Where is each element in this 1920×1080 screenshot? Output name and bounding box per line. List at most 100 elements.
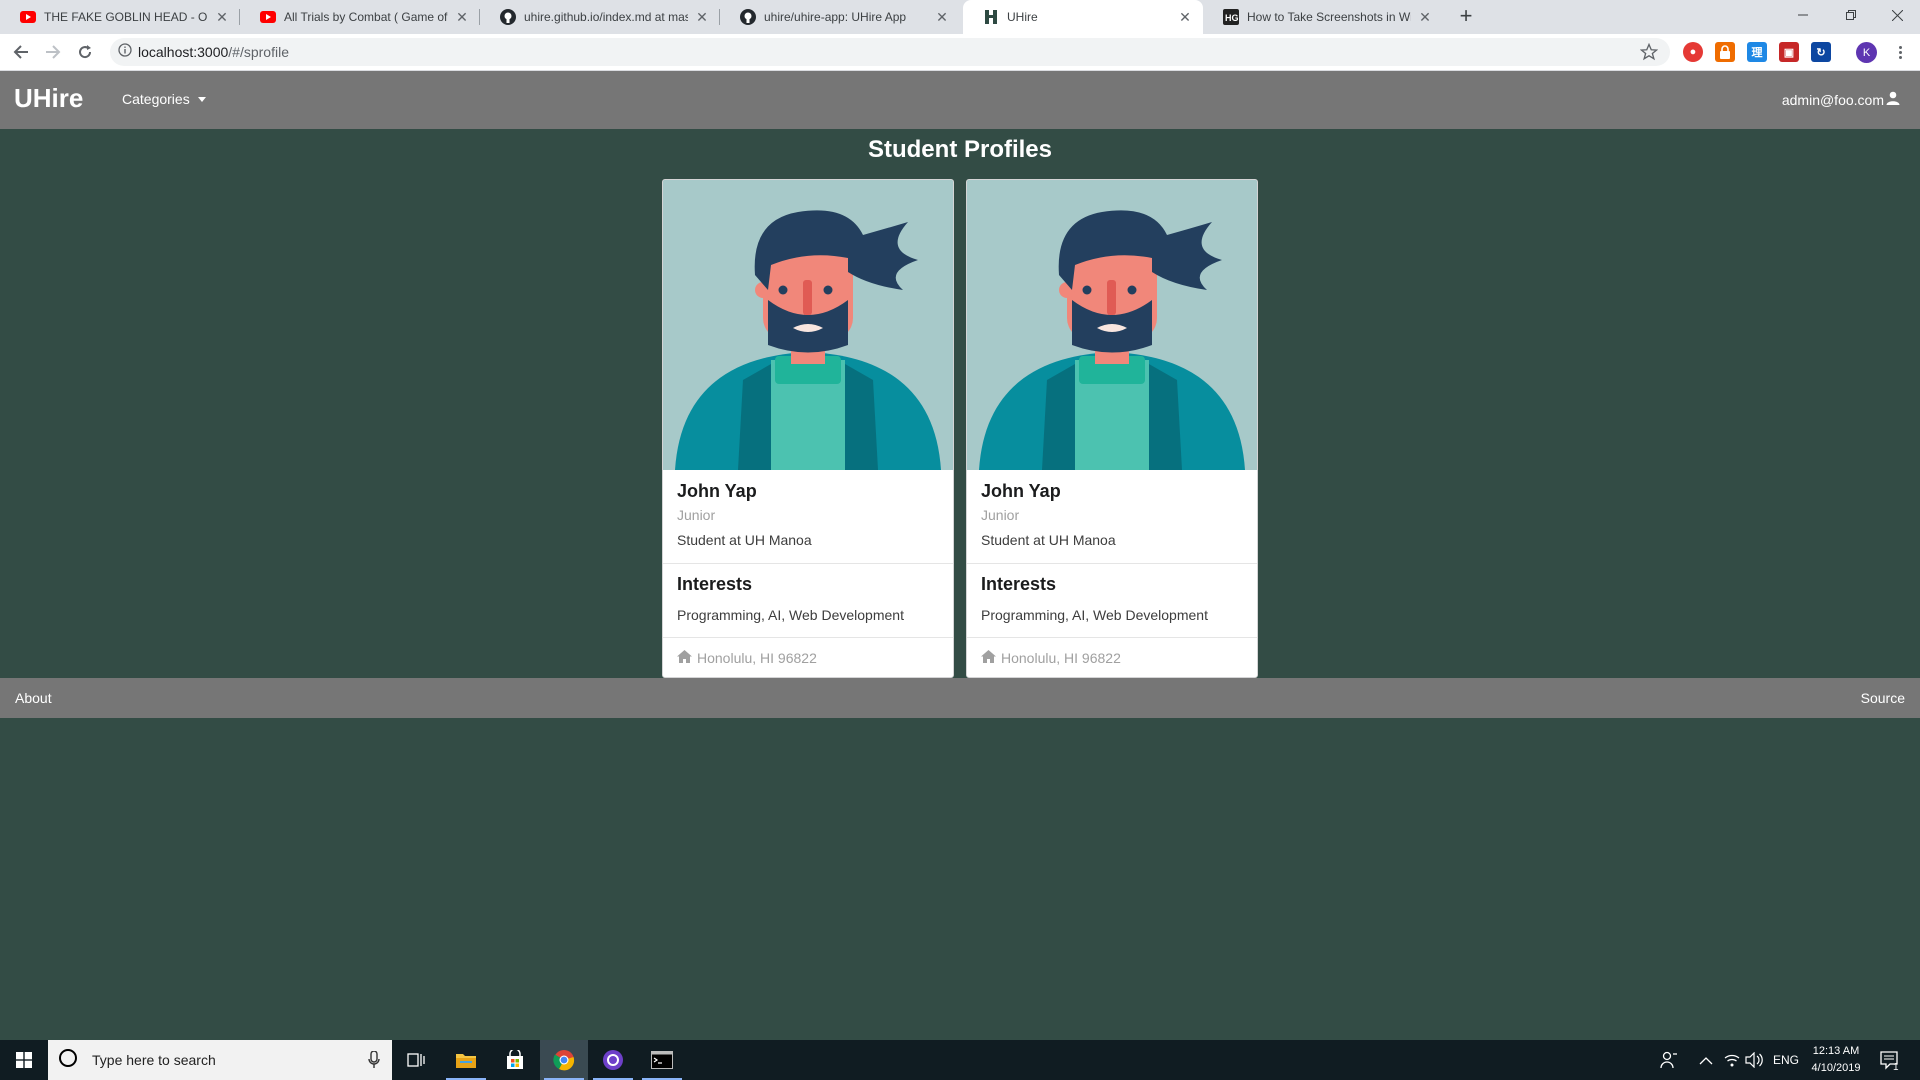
profile-card[interactable]: John Yap Junior Student at UH Manoa Inte… [662, 179, 954, 678]
profile-year: Junior [677, 507, 716, 523]
tab-title: UHire [1007, 10, 1038, 24]
url-host: localhost:3000 [138, 44, 229, 60]
youtube-icon [260, 9, 276, 25]
info-icon[interactable] [118, 42, 132, 62]
interests-heading: Interests [981, 574, 1057, 594]
categories-dropdown[interactable]: Categories [122, 91, 206, 107]
restore-icon[interactable] [1828, 0, 1874, 30]
tab-title: uhire/uhire-app: UHire App [764, 10, 907, 24]
close-tab-icon[interactable]: ✕ [1417, 9, 1433, 25]
page-title: Student Profiles [867, 136, 1053, 163]
browser-menu-icon[interactable] [1890, 42, 1910, 62]
interests-list: Programming, AI, Web Development [677, 607, 904, 623]
profile-name: John Yap [981, 481, 1061, 501]
close-tab-icon[interactable]: ✕ [694, 9, 710, 25]
url-text: localhost:3000/#/sprofile [138, 44, 289, 60]
chevron-up-icon[interactable] [1699, 1053, 1713, 1071]
app-footer: About Source [0, 678, 1920, 718]
profile-location: Honolulu, HI 96822 [677, 650, 817, 666]
user-email: admin@foo.com [1781, 91, 1884, 108]
user-icon [1886, 91, 1900, 108]
taskbar-search-input[interactable]: Type here to search [48, 1040, 392, 1080]
profile-year: Junior [981, 507, 1020, 523]
svg-text:HG: HG [1225, 13, 1239, 23]
close-tab-icon[interactable]: ✕ [934, 9, 950, 25]
browser-tab[interactable]: uhire.github.io/index.md at master ✕ [480, 0, 720, 34]
card-divider [663, 637, 953, 638]
close-window-icon[interactable] [1874, 0, 1920, 30]
screenshot-extension-icon[interactable]: ▣ [1779, 42, 1799, 62]
home-icon [981, 650, 996, 666]
command-prompt-icon[interactable] [638, 1040, 686, 1080]
people-icon[interactable] [1660, 1051, 1678, 1074]
tab-title: uhire.github.io/index.md at master [524, 10, 688, 24]
address-bar[interactable]: localhost:3000/#/sprofile [110, 38, 1670, 66]
location-text: Honolulu, HI 96822 [1001, 650, 1121, 666]
browser-tab-active[interactable]: UHire ✕ [963, 0, 1203, 34]
profile-location: Honolulu, HI 96822 [981, 650, 1121, 666]
back-arrow-icon[interactable] [9, 40, 33, 64]
user-menu[interactable]: admin@foo.com [1782, 91, 1900, 108]
card-divider [967, 563, 1257, 564]
card-divider [967, 637, 1257, 638]
github-icon [740, 9, 756, 25]
file-explorer-icon[interactable] [442, 1040, 490, 1080]
notification-count: 1 [1893, 1062, 1899, 1073]
categories-label: Categories [122, 91, 190, 107]
chrome-taskbar-icon[interactable] [540, 1040, 588, 1080]
microsoft-store-icon[interactable] [491, 1040, 539, 1080]
interests-list: Programming, AI, Web Development [981, 607, 1208, 623]
close-tab-icon[interactable]: ✕ [1177, 9, 1193, 25]
profile-description: Student at UH Manoa [981, 532, 1116, 548]
clock-date[interactable]: 4/10/2019 [1808, 1062, 1864, 1074]
home-icon [677, 650, 692, 666]
browser-tab-strip: THE FAKE GOBLIN HEAD - OFFLINE ✕ All Tri… [0, 0, 1920, 34]
microphone-icon[interactable] [368, 1050, 380, 1074]
profile-avatar-image [663, 180, 953, 470]
profile-avatar[interactable]: K [1856, 42, 1877, 63]
github-desktop-icon[interactable] [589, 1040, 637, 1080]
profile-card[interactable]: John Yap Junior Student at UH Manoa Inte… [966, 179, 1258, 678]
browser-toolbar: localhost:3000/#/sprofile ● 理 ▣ ↻ K [0, 34, 1920, 71]
browser-tab[interactable]: HG How to Take Screenshots in Windows ✕ [1203, 0, 1443, 34]
tab-title: THE FAKE GOBLIN HEAD - OFFLINE [44, 10, 208, 24]
language-indicator[interactable]: ENG [1773, 1053, 1799, 1067]
browser-tab[interactable]: uhire/uhire-app: UHire App ✕ [720, 0, 960, 34]
profile-avatar-image [967, 180, 1257, 470]
source-link[interactable]: Source [1861, 690, 1905, 706]
clock-time[interactable]: 12:13 AM [1808, 1045, 1864, 1057]
uhire-favicon-icon [983, 9, 999, 25]
reload-icon[interactable] [73, 40, 97, 64]
location-text: Honolulu, HI 96822 [697, 650, 817, 666]
volume-icon[interactable] [1745, 1051, 1763, 1073]
adblock-extension-icon[interactable]: ● [1683, 42, 1703, 62]
tab-title: All Trials by Combat ( Game of Thrones ) [284, 10, 448, 24]
github-icon [500, 9, 516, 25]
close-tab-icon[interactable]: ✕ [454, 9, 470, 25]
minimize-icon[interactable] [1780, 0, 1826, 30]
windows-start-icon[interactable] [0, 1040, 48, 1080]
tab-title: How to Take Screenshots in Windows [1247, 10, 1411, 24]
browser-tab[interactable]: All Trials by Combat ( Game of Thrones )… [240, 0, 480, 34]
windows-taskbar: Type here to search ENG 12:13 AM 4/10/20… [0, 1040, 1920, 1080]
lock-extension-icon[interactable] [1715, 42, 1735, 62]
profile-name: John Yap [677, 481, 757, 501]
forward-arrow-icon[interactable] [41, 40, 65, 64]
bookmark-star-icon[interactable] [1639, 42, 1659, 61]
card-divider [663, 563, 953, 564]
dictionary-extension-icon[interactable]: 理 [1747, 42, 1767, 62]
howtogeek-icon: HG [1223, 9, 1239, 25]
close-tab-icon[interactable]: ✕ [214, 9, 230, 25]
caret-down-icon [197, 96, 206, 102]
new-tab-button[interactable]: + [1453, 4, 1479, 30]
brand-logo[interactable]: UHire [14, 83, 83, 114]
about-link[interactable]: About [15, 690, 52, 706]
profile-description: Student at UH Manoa [677, 532, 812, 548]
url-path: /#/sprofile [228, 44, 289, 60]
search-placeholder: Type here to search [92, 1052, 216, 1068]
browser-tab[interactable]: THE FAKE GOBLIN HEAD - OFFLINE ✕ [0, 0, 240, 34]
sync-extension-icon[interactable]: ↻ [1811, 42, 1831, 62]
cortana-circle-icon [58, 1048, 78, 1073]
network-icon[interactable] [1724, 1052, 1740, 1073]
task-view-icon[interactable] [392, 1040, 440, 1080]
